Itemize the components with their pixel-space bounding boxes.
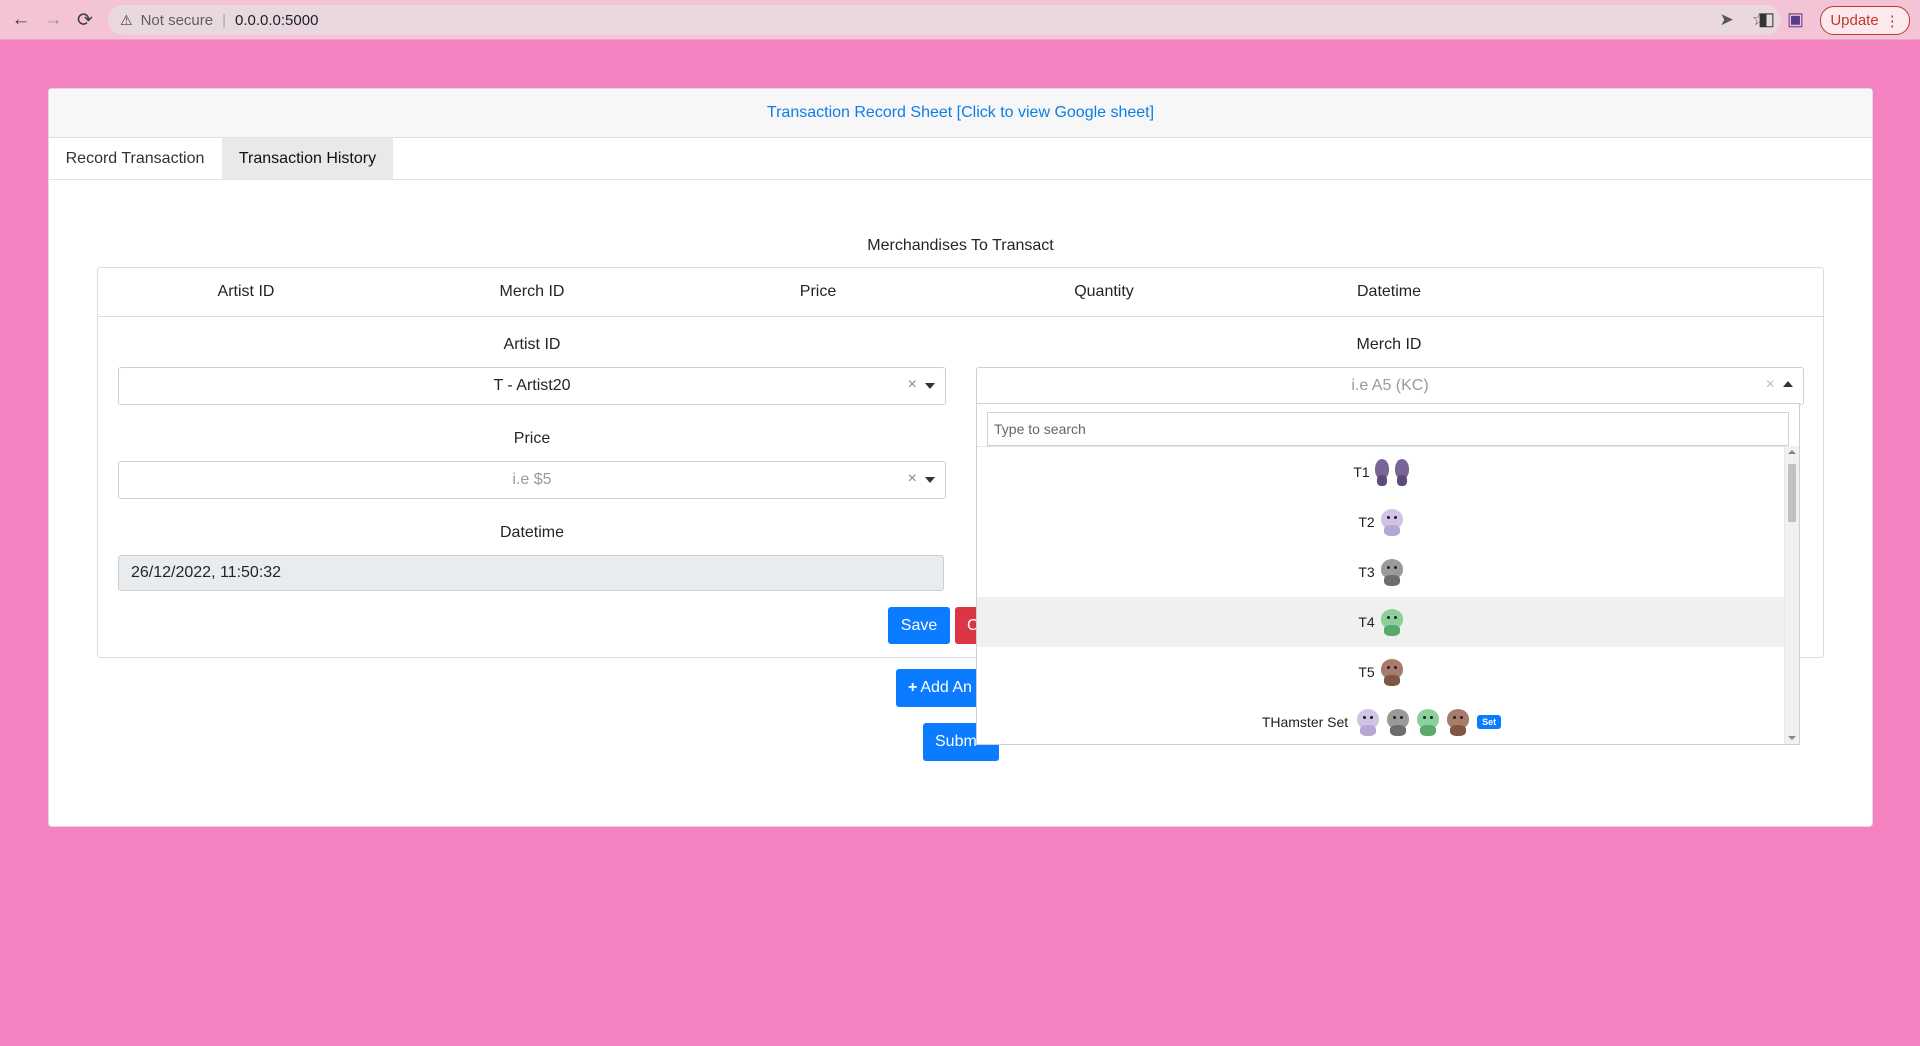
chevron-down-icon[interactable]: [925, 477, 935, 483]
plus-icon: +: [908, 679, 918, 696]
column-header-quantity: Quantity: [1074, 283, 1134, 300]
forward-arrow-icon[interactable]: →: [42, 9, 64, 31]
send-icon[interactable]: ➤: [1720, 10, 1734, 30]
t1-hamster-icon: [1394, 457, 1410, 487]
merch-options-list: T1 T2 T3 T4 T5 THamster Set Set: [977, 446, 1786, 745]
merch-option-t2[interactable]: T2: [977, 497, 1786, 547]
t1-hamster-icon: [1374, 457, 1390, 487]
merch-option-t5[interactable]: T5: [977, 647, 1786, 697]
t2-hamster-icon: [1355, 707, 1381, 737]
tab-bar: Record Transaction Transaction History: [49, 138, 1872, 180]
merch-id-select[interactable]: i.e A5 (KC) ×: [976, 367, 1804, 405]
column-header-datetime: Datetime: [1356, 283, 1422, 300]
url-text: 0.0.0.0:5000: [235, 11, 319, 29]
reload-icon[interactable]: ⟳: [74, 9, 96, 31]
google-sheet-link[interactable]: Transaction Record Sheet [Click to view …: [49, 89, 1872, 138]
merch-search-input[interactable]: [987, 412, 1789, 446]
clear-icon[interactable]: ×: [1766, 376, 1775, 394]
merch-option-t1[interactable]: T1: [977, 447, 1786, 497]
section-title: Merchandises To Transact: [867, 237, 1054, 254]
address-bar[interactable]: ⚠ Not secure | 0.0.0.0:5000 ➤ ☆: [108, 5, 1781, 35]
merch-id-placeholder: i.e A5 (KC): [1351, 377, 1429, 394]
price-label: Price: [513, 430, 551, 447]
merch-option-t3[interactable]: T3: [977, 547, 1786, 597]
tab-transaction-history[interactable]: Transaction History: [222, 138, 393, 179]
t4-hamster-icon: [1379, 607, 1405, 637]
column-header-merch-id: Merch ID: [499, 283, 565, 300]
t5-hamster-icon: [1379, 657, 1405, 687]
merch-id-dropdown: T1 T2 T3: [976, 403, 1800, 745]
price-placeholder: i.e $5: [512, 471, 552, 488]
artist-id-value: T - Artist20: [493, 377, 571, 394]
datetime-field: 26/12/2022, 11:50:32: [118, 555, 944, 591]
back-arrow-icon[interactable]: ←: [10, 9, 32, 31]
clear-icon[interactable]: ×: [908, 376, 917, 394]
merch-option-thamster-set[interactable]: THamster Set Set: [977, 697, 1786, 745]
table-header: Artist ID Merch ID Price Quantity Dateti…: [98, 268, 1823, 317]
artist-id-select[interactable]: T - Artist20 ×: [118, 367, 946, 405]
t2-hamster-icon: [1379, 507, 1405, 537]
browser-toolbar: ← → ⟳ ⚠ Not secure | 0.0.0.0:5000 ➤ ☆ ◧ …: [0, 0, 1920, 40]
add-another-button[interactable]: + Add An: [896, 669, 986, 707]
clear-icon[interactable]: ×: [908, 470, 917, 488]
merch-id-label: Merch ID: [1356, 336, 1422, 353]
address-separator: |: [222, 11, 227, 29]
scroll-down-arrow-icon[interactable]: [1788, 736, 1796, 740]
column-header-artist-id: Artist ID: [217, 283, 275, 300]
t3-hamster-icon: [1379, 557, 1405, 587]
t5-hamster-icon: [1445, 707, 1471, 737]
artist-id-label: Artist ID: [503, 336, 561, 353]
side-panel-icon[interactable]: ◧: [1758, 9, 1775, 30]
tab-record-transaction[interactable]: Record Transaction: [49, 138, 221, 179]
chevron-down-icon[interactable]: [925, 383, 935, 389]
merch-option-t4[interactable]: T4: [977, 597, 1786, 647]
warning-icon: ⚠: [120, 11, 133, 28]
security-label: Not secure: [140, 11, 214, 29]
more-menu-icon: ⋮: [1884, 12, 1900, 30]
t3-hamster-icon: [1385, 707, 1411, 737]
dropdown-scrollbar[interactable]: [1784, 446, 1799, 744]
t4-hamster-icon: [1415, 707, 1441, 737]
extension-icon[interactable]: ▣: [1787, 9, 1804, 30]
set-badge: Set: [1477, 715, 1502, 729]
scroll-up-arrow-icon[interactable]: [1788, 450, 1796, 454]
chevron-up-icon[interactable]: [1783, 381, 1793, 387]
scrollbar-thumb[interactable]: [1788, 464, 1796, 522]
price-select[interactable]: i.e $5 ×: [118, 461, 946, 499]
save-button[interactable]: Save: [888, 607, 950, 644]
update-button[interactable]: Update ⋮: [1820, 6, 1910, 35]
datetime-label: Datetime: [499, 524, 565, 541]
column-header-price: Price: [799, 283, 837, 300]
